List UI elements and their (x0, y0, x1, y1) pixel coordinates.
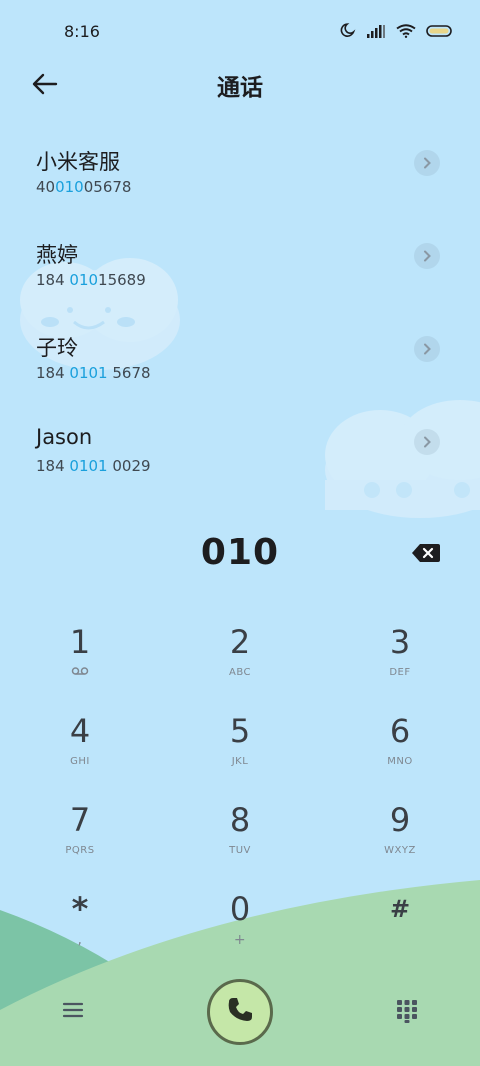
number-match: 010 (55, 178, 84, 196)
key-digit: 7 (69, 801, 91, 839)
key-letters: DEF (389, 667, 411, 678)
key-0[interactable]: 0 + (180, 889, 300, 969)
number-match: 0101 (69, 457, 108, 475)
number-prefix: 184 (36, 457, 70, 475)
moon-icon (340, 22, 356, 42)
contact-number: 184 0101 5678 (36, 364, 151, 382)
contact-name: 小米客服 (36, 150, 120, 174)
status-bar: 8:16 (0, 0, 480, 62)
chevron-right-icon (422, 433, 432, 452)
page-title: 通话 (217, 75, 263, 101)
chevron-right-icon (422, 247, 432, 266)
key-letters: GHI (70, 756, 90, 767)
key-digit: * (71, 890, 89, 928)
number-match: 010 (69, 271, 99, 289)
contact-number: 184 0101 0029 (36, 457, 151, 475)
key-1[interactable]: 1 (20, 622, 140, 702)
dialed-number-display: 010 (200, 532, 280, 573)
key-8[interactable]: 8 TUV (180, 800, 300, 880)
status-icons (340, 22, 454, 42)
key-digit: 4 (69, 712, 91, 750)
phone-icon (224, 994, 256, 1030)
contact-detail-button[interactable] (414, 336, 440, 362)
key-2[interactable]: 2 ABC (180, 622, 300, 702)
key-letters: PQRS (65, 845, 95, 856)
key-4[interactable]: 4 GHI (20, 711, 140, 791)
number-prefix: 184 (36, 271, 70, 289)
contact-item[interactable]: 小米客服 4001005678 (0, 132, 480, 225)
key-letters: + (233, 932, 247, 948)
key-5[interactable]: 5 JKL (180, 711, 300, 791)
key-digit: 6 (389, 712, 411, 750)
contact-item[interactable]: 子玲 184 0101 5678 (0, 318, 480, 411)
key-letters: WXYZ (384, 845, 416, 856)
menu-icon (60, 1002, 88, 1026)
contact-item[interactable]: 燕婷 184 01015689 (0, 225, 480, 318)
contact-number: 4001005678 (36, 178, 131, 196)
contact-name: Jason (36, 425, 93, 449)
number-suffix: 15689 (98, 271, 146, 289)
contact-name: 燕婷 (36, 243, 78, 267)
number-suffix: 05678 (83, 178, 132, 196)
key-digit: 0 (229, 890, 251, 928)
chevron-right-icon (422, 340, 432, 359)
key-digit: 2 (229, 623, 251, 661)
contact-name: 子玲 (36, 336, 78, 360)
key-3[interactable]: 3 DEF (340, 622, 460, 702)
cellular-signal-icon (366, 23, 386, 42)
key-digit: # (389, 895, 411, 923)
key-digit: 3 (389, 623, 411, 661)
chevron-right-icon (422, 154, 432, 173)
voicemail-icon (20, 666, 140, 681)
battery-icon (426, 23, 454, 42)
key-6[interactable]: 6 MNO (340, 711, 460, 791)
key-digit: 9 (389, 801, 411, 839)
number-match: 0101 (69, 364, 108, 382)
number-prefix: 184 (36, 364, 70, 382)
key-digit: 1 (69, 623, 91, 661)
key-star[interactable]: * , (20, 889, 140, 969)
key-digit: 5 (229, 712, 251, 750)
menu-button[interactable] (60, 998, 88, 1022)
key-digit: 8 (229, 801, 251, 839)
contact-item[interactable]: Jason 184 0101 0029 (0, 411, 480, 504)
dialpad-toggle-button[interactable] (394, 998, 420, 1024)
contact-detail-button[interactable] (414, 243, 440, 269)
bottom-bar (0, 976, 480, 1048)
contact-number: 184 01015689 (36, 271, 146, 289)
backspace-button[interactable] (411, 542, 441, 564)
status-time: 8:16 (64, 22, 100, 41)
number-suffix: 0029 (107, 457, 151, 475)
contact-detail-button[interactable] (414, 150, 440, 176)
key-7[interactable]: 7 PQRS (20, 800, 140, 880)
call-button[interactable] (207, 979, 273, 1045)
key-letters: TUV (229, 845, 251, 856)
dialpad-icon (394, 1000, 420, 1028)
backspace-icon (411, 544, 441, 568)
header: 通话 (0, 62, 480, 106)
key-letters: ABC (228, 667, 251, 678)
key-letters: MNO (387, 756, 413, 767)
number-suffix: 5678 (107, 364, 151, 382)
key-9[interactable]: 9 WXYZ (340, 800, 460, 880)
number-prefix: 40 (36, 178, 56, 196)
contact-suggestion-list: 小米客服 4001005678 燕婷 184 01015689 子玲 184 0… (0, 132, 480, 504)
contact-detail-button[interactable] (414, 429, 440, 455)
wifi-icon (396, 23, 416, 42)
key-hash[interactable]: # (340, 889, 460, 969)
key-letters: JKL (231, 756, 249, 767)
key-letters: , (77, 932, 83, 948)
